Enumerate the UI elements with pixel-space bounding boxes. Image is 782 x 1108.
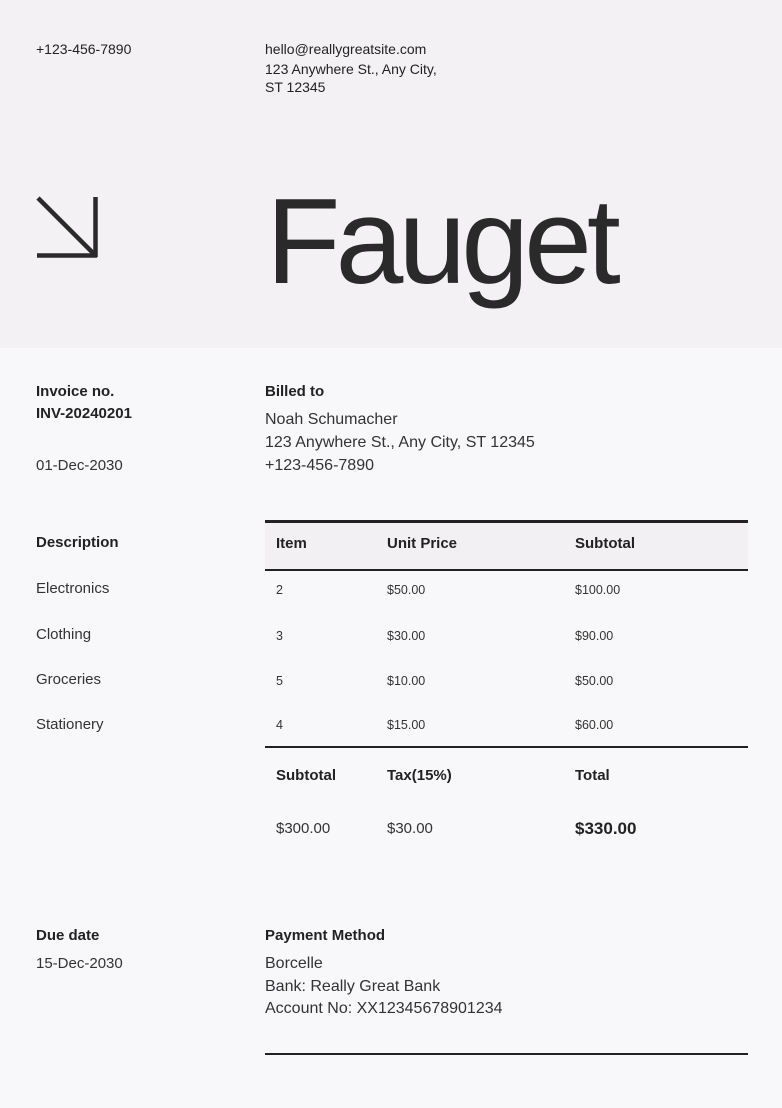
totals-subtotal-label: Subtotal [276, 767, 336, 784]
header-address-line2: ST 12345 [265, 79, 326, 95]
footer-divider [265, 1053, 748, 1055]
billed-to-label: Billed to [265, 383, 325, 400]
arrow-down-right-icon [36, 196, 98, 258]
description-label: Description [36, 534, 119, 551]
brand-logo: Fauget [266, 173, 621, 309]
description-item: Groceries [36, 671, 102, 688]
description-item: Electronics [36, 580, 110, 597]
header-address-line1: 123 Anywhere St., Any City, [265, 61, 437, 77]
row-subtotal: $60.00 [575, 718, 614, 732]
column-header-subtotal: Subtotal [575, 535, 635, 552]
row-unit-price: $30.00 [387, 629, 426, 643]
header-phone: +123-456-7890 [36, 41, 132, 57]
row-qty: 2 [276, 583, 283, 597]
header-email: hello@reallygreatsite.com [265, 41, 427, 57]
row-subtotal: $100.00 [575, 583, 621, 597]
invoice-date: 01-Dec-2030 [36, 457, 123, 474]
billed-to-name: Noah Schumacher [265, 411, 398, 428]
totals-total-value: $330.00 [575, 819, 637, 838]
payment-account: Account No: XX12345678901234 [265, 1000, 503, 1017]
row-qty: 5 [276, 674, 283, 688]
totals-tax-label: Tax(15%) [387, 767, 452, 784]
totals-total-label: Total [575, 767, 610, 784]
row-qty: 3 [276, 629, 283, 643]
due-date: 15-Dec-2030 [36, 955, 123, 972]
billed-to-phone: +123-456-7890 [265, 457, 374, 474]
items-table-header [265, 520, 748, 571]
table-divider [265, 746, 748, 748]
row-unit-price: $50.00 [387, 583, 426, 597]
row-unit-price: $15.00 [387, 718, 426, 732]
description-item: Stationery [36, 716, 104, 733]
invoice-number-label: Invoice no. [36, 383, 115, 400]
row-qty: 4 [276, 718, 283, 732]
totals-subtotal-value: $300.00 [276, 820, 331, 837]
column-header-unit-price: Unit Price [387, 535, 458, 552]
row-unit-price: $10.00 [387, 674, 426, 688]
invoice-number: INV-20240201 [36, 405, 132, 422]
payment-bank: Bank: Really Great Bank [265, 978, 441, 995]
totals-tax-value: $30.00 [387, 820, 433, 837]
due-date-label: Due date [36, 927, 100, 944]
payment-name: Borcelle [265, 955, 323, 972]
description-item: Clothing [36, 626, 92, 643]
billed-to-address: 123 Anywhere St., Any City, ST 12345 [265, 434, 535, 451]
row-subtotal: $90.00 [575, 629, 614, 643]
payment-method-label: Payment Method [265, 927, 386, 944]
column-header-item: Item [276, 535, 307, 552]
row-subtotal: $50.00 [575, 674, 614, 688]
